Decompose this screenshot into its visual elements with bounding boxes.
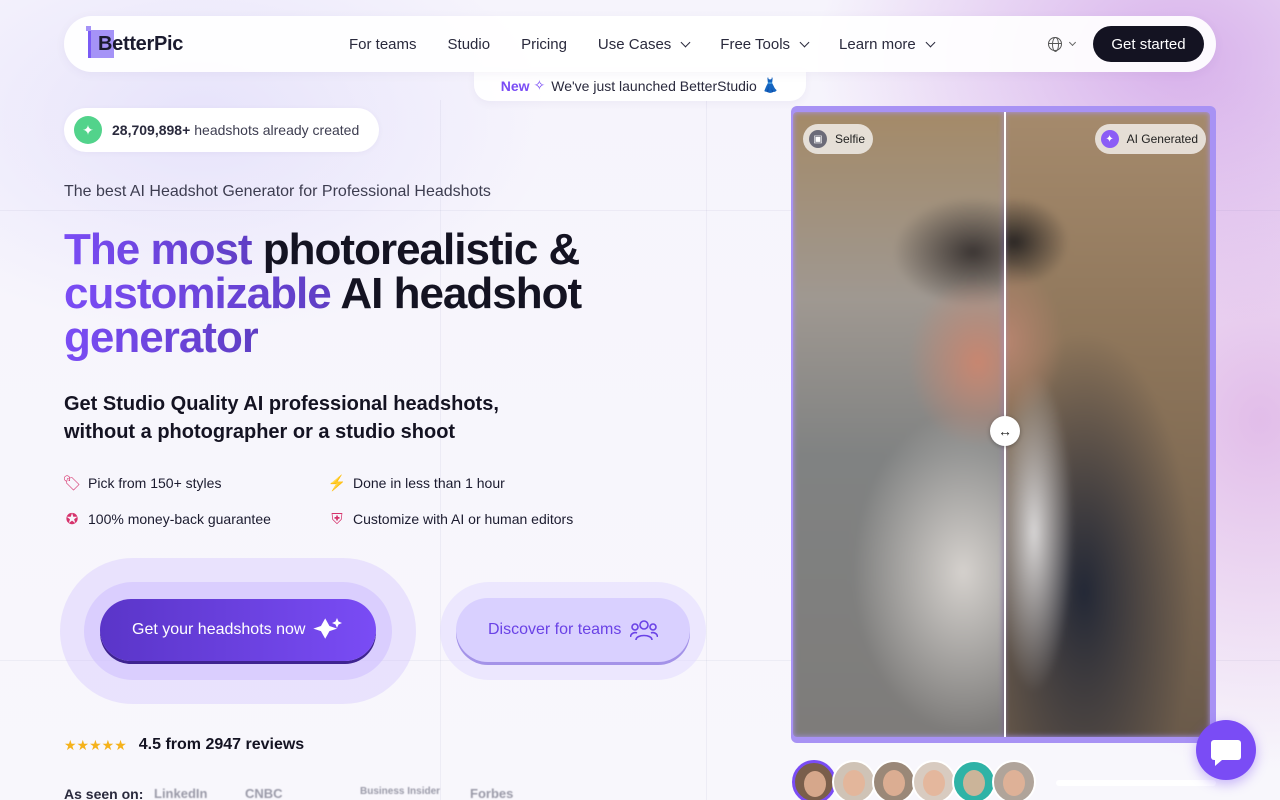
carousel-progress [1056, 780, 1216, 786]
chevron-down-icon [680, 37, 691, 47]
compare-viewport: ↔ ▣ Selfie ✦ AI Generated [793, 112, 1210, 737]
image-compare[interactable]: ↔ ▣ Selfie ✦ AI Generated [791, 106, 1216, 743]
chevron-down-icon [799, 37, 810, 47]
announcement-badge: New [500, 77, 530, 94]
announcement-bar[interactable]: New ✧ We've just launched BetterStudio 👗 [474, 70, 806, 101]
nav-learn-more[interactable]: Learn more [839, 35, 936, 53]
hero-headline: The most photorealistic & customizable A… [64, 228, 664, 360]
feature-label: Pick from 150+ styles [88, 475, 222, 491]
lead-line-1: Get Studio Quality AI professional heads… [64, 393, 499, 415]
shield-check-icon: ⛨ [331, 510, 343, 528]
top-nav: BetterPic For teams Studio Pricing Use C… [64, 16, 1216, 72]
lead-line-2: without a photographer or a studio shoot [64, 421, 456, 443]
feature-guarantee: ✪ 100% money-back guarantee [64, 510, 271, 528]
logo[interactable]: BetterPic [86, 26, 183, 58]
avatar-thumbnails [792, 760, 1036, 800]
badge-icon: ✪ [65, 511, 79, 528]
sparkle-icon: ✦ [1100, 130, 1119, 148]
press-logo-forbes: Forbes [470, 786, 514, 800]
ai-generated-image [1004, 112, 1210, 737]
headshot-counter: ✦ 28,709,898+ headshots already created [64, 108, 379, 152]
nav-learn-more-label: Learn more [839, 35, 916, 53]
avatar[interactable] [952, 760, 996, 800]
globe-icon[interactable] [1048, 37, 1062, 52]
headline-part-3: customizable [64, 269, 332, 318]
feature-speed: ⚡ Done in less than 1 hour [327, 474, 505, 492]
nav-for-teams[interactable]: For teams [349, 36, 417, 53]
chat-icon [1211, 740, 1241, 766]
feature-styles: 🏷 Pick from 150+ styles [62, 474, 222, 492]
avatar[interactable] [832, 760, 876, 800]
compare-handle-icon[interactable]: ↔ [990, 416, 1020, 446]
lightning-icon: ⚡ [327, 475, 347, 492]
chat-launcher-button[interactable] [1196, 720, 1256, 780]
tag-icon: 🏷 [62, 475, 82, 492]
feature-customize: ⛨ Customize with AI or human editors [329, 510, 573, 528]
feature-label: Done in less than 1 hour [353, 475, 505, 491]
avatar[interactable] [872, 760, 916, 800]
nav-for-teams-label: For teams [349, 35, 417, 53]
nav-pricing-label: Pricing [521, 35, 567, 53]
nav-pricing[interactable]: Pricing [521, 36, 567, 53]
nav-studio-label: Studio [447, 35, 491, 53]
avatar[interactable] [912, 760, 956, 800]
headline-part-5: generator [64, 313, 259, 362]
get-headshots-button[interactable]: Get your headshots now [100, 599, 376, 661]
discover-teams-label: Discover for teams [488, 621, 622, 638]
language-chevron-down-icon[interactable] [1068, 38, 1077, 47]
ai-generated-tag-label: AI Generated [1126, 132, 1198, 146]
team-icon [630, 620, 658, 641]
nav-use-cases-label: Use Cases [597, 35, 672, 53]
get-started-button[interactable]: Get started [1093, 26, 1204, 62]
headline-part-2: photorealistic & [251, 225, 580, 274]
press-logo-cnbc: CNBC [245, 786, 283, 800]
avatar[interactable] [792, 760, 836, 800]
rating[interactable]: ★★★★★ 4.5 from 2947 reviews [64, 736, 304, 754]
nav-studio[interactable]: Studio [448, 36, 491, 53]
as-seen-on-label: As seen on: [64, 786, 144, 800]
hero-lead: Get Studio Quality AI professional heads… [64, 390, 524, 446]
press-logo-linkedin: LinkedIn [154, 786, 208, 800]
selfie-tag-label: Selfie [835, 132, 866, 146]
chevron-down-icon [925, 37, 936, 47]
selfie-tag: ▣ Selfie [803, 124, 874, 154]
avatar[interactable] [992, 760, 1036, 800]
counter-number: 28,709,898+ [112, 122, 191, 138]
selfie-icon: ▣ [809, 130, 827, 148]
headline-part-1: The most [64, 225, 253, 274]
selfie-image [793, 112, 1004, 737]
nav-use-cases[interactable]: Use Cases [597, 35, 691, 53]
sparkle-icon: ✦ [74, 116, 102, 144]
feature-label: 100% money-back guarantee [88, 511, 271, 527]
nav-free-tools-label: Free Tools [720, 35, 791, 53]
dress-icon: 👗 [761, 77, 780, 93]
nav-links: For teams Studio Pricing Use Cases Free … [349, 16, 965, 72]
sparkle-icon [313, 618, 342, 639]
nav-free-tools[interactable]: Free Tools [720, 35, 810, 53]
star-rating-icon: ★★★★★ [64, 736, 127, 753]
discover-teams-button[interactable]: Discover for teams [456, 598, 690, 662]
press-logo-business-insider: Business Insider [360, 786, 441, 797]
logo-text: BetterPic [98, 32, 184, 55]
headline-part-4: AI headshot [330, 269, 582, 318]
sparkle-icon: ✧ [533, 77, 546, 93]
feature-label: Customize with AI or human editors [353, 511, 574, 527]
announcement-text: We've just launched BetterStudio [551, 77, 757, 94]
hero-subhead: The best AI Headshot Generator for Profe… [64, 183, 491, 200]
ai-generated-tag: ✦ AI Generated [1094, 124, 1206, 154]
counter-text: headshots already created [194, 122, 360, 138]
get-headshots-label: Get your headshots now [132, 621, 306, 638]
rating-text: 4.5 from 2947 reviews [138, 736, 305, 753]
